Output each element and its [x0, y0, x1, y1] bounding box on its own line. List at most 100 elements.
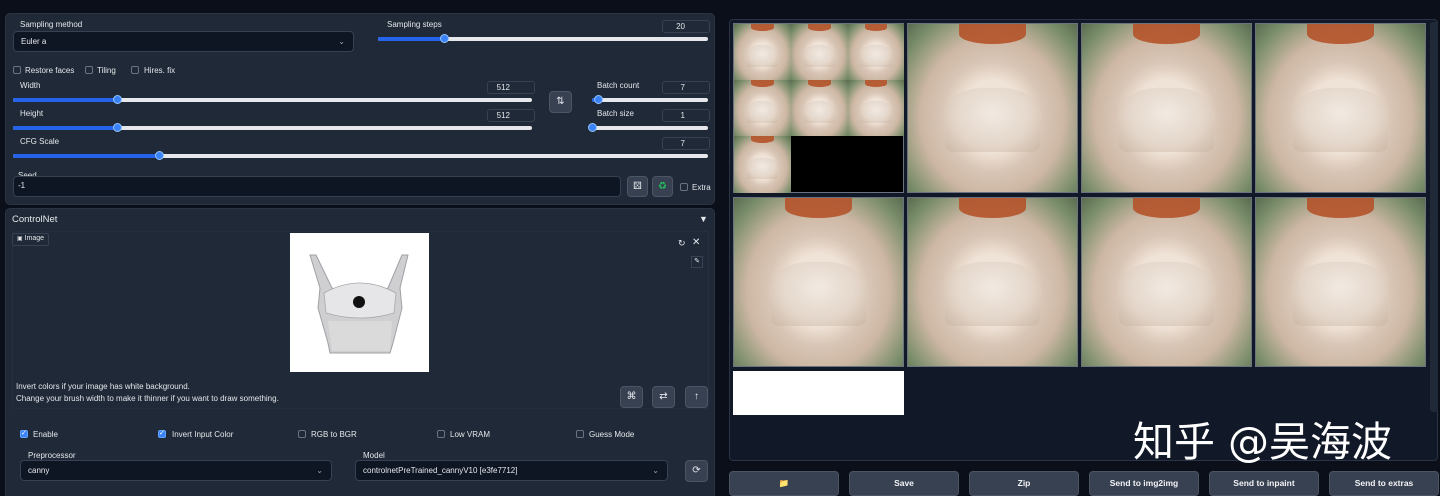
image-tab-label: Image: [24, 235, 45, 242]
sampling-method-value: Euler a: [21, 37, 47, 46]
swap-arrows-icon: ⇅: [556, 96, 565, 107]
gallery-thumbnail[interactable]: [733, 197, 904, 367]
lace-top-image: [309, 254, 409, 354]
camera-button[interactable]: ⌘: [620, 386, 643, 408]
arrow-up-icon: ↑: [694, 391, 699, 402]
gallery-thumbnail[interactable]: [907, 23, 1078, 193]
slider-fill: [378, 37, 444, 41]
save-button[interactable]: Save: [849, 471, 959, 496]
slider-thumb[interactable]: [440, 34, 449, 43]
upload-button[interactable]: ↑: [685, 386, 708, 408]
sampling-method-label: Sampling method: [20, 20, 83, 29]
grid-cell: [734, 80, 791, 136]
gallery-thumbnail[interactable]: [1255, 197, 1426, 367]
sampling-method-select[interactable]: Euler a ⌄: [13, 31, 354, 52]
slider-thumb[interactable]: [593, 95, 603, 104]
preprocessor-select[interactable]: canny ⌄: [20, 460, 332, 481]
controlnet-input-image: [290, 233, 429, 372]
hires-fix-label: Hires. fix: [144, 66, 176, 75]
controlnet-title[interactable]: ControlNet: [12, 214, 57, 225]
gallery-scrollbar[interactable]: [1430, 22, 1438, 412]
cfg-scale-slider[interactable]: [13, 151, 708, 160]
seed-input[interactable]: -1: [13, 176, 621, 197]
extra-checkbox[interactable]: [680, 183, 688, 191]
folder-icon: 📁: [778, 478, 790, 488]
grid-cell: [734, 24, 791, 80]
chevron-down-icon: ⌄: [338, 37, 345, 46]
cfg-scale-label: CFG Scale: [20, 137, 60, 146]
gallery-thumbnail[interactable]: [1081, 23, 1252, 193]
grid-cell: [791, 80, 848, 136]
sampling-steps-slider[interactable]: [378, 34, 708, 43]
hires-fix-checkbox[interactable]: [131, 66, 139, 74]
hint-line-1: Invert colors if your image has white ba…: [16, 382, 190, 391]
enable-checkbox[interactable]: [20, 429, 28, 438]
chevron-down-icon: ⌄: [316, 466, 323, 475]
grid-cell: [791, 24, 848, 80]
height-slider[interactable]: [13, 123, 532, 132]
collapse-triangle-icon[interactable]: ▼: [699, 214, 708, 224]
invert-input-color-label: Invert Input Color: [172, 430, 234, 439]
grid-cell: [848, 24, 904, 80]
gallery-thumbnail[interactable]: [1255, 23, 1426, 193]
brush-icon[interactable]: ✎: [691, 256, 703, 268]
width-slider[interactable]: [13, 95, 532, 104]
image-tab[interactable]: ▣ Image: [12, 233, 50, 246]
cfg-scale-input[interactable]: 7: [662, 137, 710, 150]
gallery-thumbnail[interactable]: [907, 197, 1078, 367]
tiling-label: Tiling: [97, 66, 116, 75]
model-label: Model: [363, 451, 385, 460]
slider-fill: [13, 126, 117, 130]
extra-label: Extra: [692, 183, 711, 192]
undo-icon[interactable]: ↻: [678, 238, 686, 249]
zip-button[interactable]: Zip: [969, 471, 1079, 496]
swap-button[interactable]: ⇄: [652, 386, 675, 408]
batch-size-input[interactable]: 1: [662, 109, 710, 122]
grid-cell: [848, 80, 904, 136]
seed-value: -1: [18, 181, 26, 190]
close-icon[interactable]: ✕: [692, 237, 700, 248]
slider-thumb[interactable]: [154, 151, 164, 160]
send-to-img2img-button[interactable]: Send to img2img: [1089, 471, 1199, 496]
tiling-checkbox[interactable]: [85, 66, 93, 74]
rgb-to-bgr-checkbox[interactable]: [298, 430, 306, 438]
hint-line-2: Change your brush width to make it thinn…: [16, 394, 279, 403]
width-label: Width: [20, 81, 41, 90]
height-input[interactable]: 512: [487, 109, 535, 122]
slider-thumb[interactable]: [112, 95, 122, 104]
image-icon: ▣: [17, 236, 23, 242]
guess-mode-label: Guess Mode: [589, 430, 635, 439]
gallery-grid-preview[interactable]: [733, 23, 904, 193]
batch-count-slider[interactable]: [592, 95, 708, 104]
sampling-steps-input[interactable]: 20: [662, 20, 710, 33]
enable-label: Enable: [33, 430, 58, 439]
sampling-steps-label: Sampling steps: [387, 20, 442, 29]
gallery-thumbnail-controlnet-map[interactable]: [733, 371, 904, 415]
open-folder-button[interactable]: 📁: [729, 471, 839, 496]
batch-count-label: Batch count: [597, 81, 640, 90]
gallery-thumbnail[interactable]: [1081, 197, 1252, 367]
model-select[interactable]: controlnetPreTrained_cannyV10 [e3fe7712]…: [355, 460, 668, 481]
dice-icon: ⚄: [633, 181, 642, 192]
batch-size-label: Batch size: [597, 109, 634, 118]
send-to-extras-button[interactable]: Send to extras: [1329, 471, 1439, 496]
height-label: Height: [20, 109, 44, 118]
slider-thumb[interactable]: [112, 123, 122, 132]
width-input[interactable]: 512: [487, 81, 535, 94]
guess-mode-checkbox[interactable]: [576, 430, 584, 438]
low-vram-checkbox[interactable]: [437, 430, 445, 438]
send-to-inpaint-button[interactable]: Send to inpaint: [1209, 471, 1319, 496]
batch-size-slider[interactable]: [588, 123, 708, 132]
invert-input-color-checkbox[interactable]: [158, 429, 166, 438]
swap-icon: ⇄: [659, 391, 668, 402]
batch-count-input[interactable]: 7: [662, 81, 710, 94]
reuse-seed-button[interactable]: ♻: [652, 176, 673, 197]
restore-faces-checkbox[interactable]: [13, 66, 21, 74]
random-seed-button[interactable]: ⚄: [627, 176, 648, 197]
rgb-to-bgr-label: RGB to BGR: [311, 430, 357, 439]
refresh-models-button[interactable]: ⟳: [685, 460, 708, 482]
swap-dimensions-button[interactable]: ⇅: [549, 91, 572, 113]
preprocessor-value: canny: [28, 466, 50, 475]
slider-fill: [13, 98, 117, 102]
slider-thumb[interactable]: [588, 123, 597, 132]
